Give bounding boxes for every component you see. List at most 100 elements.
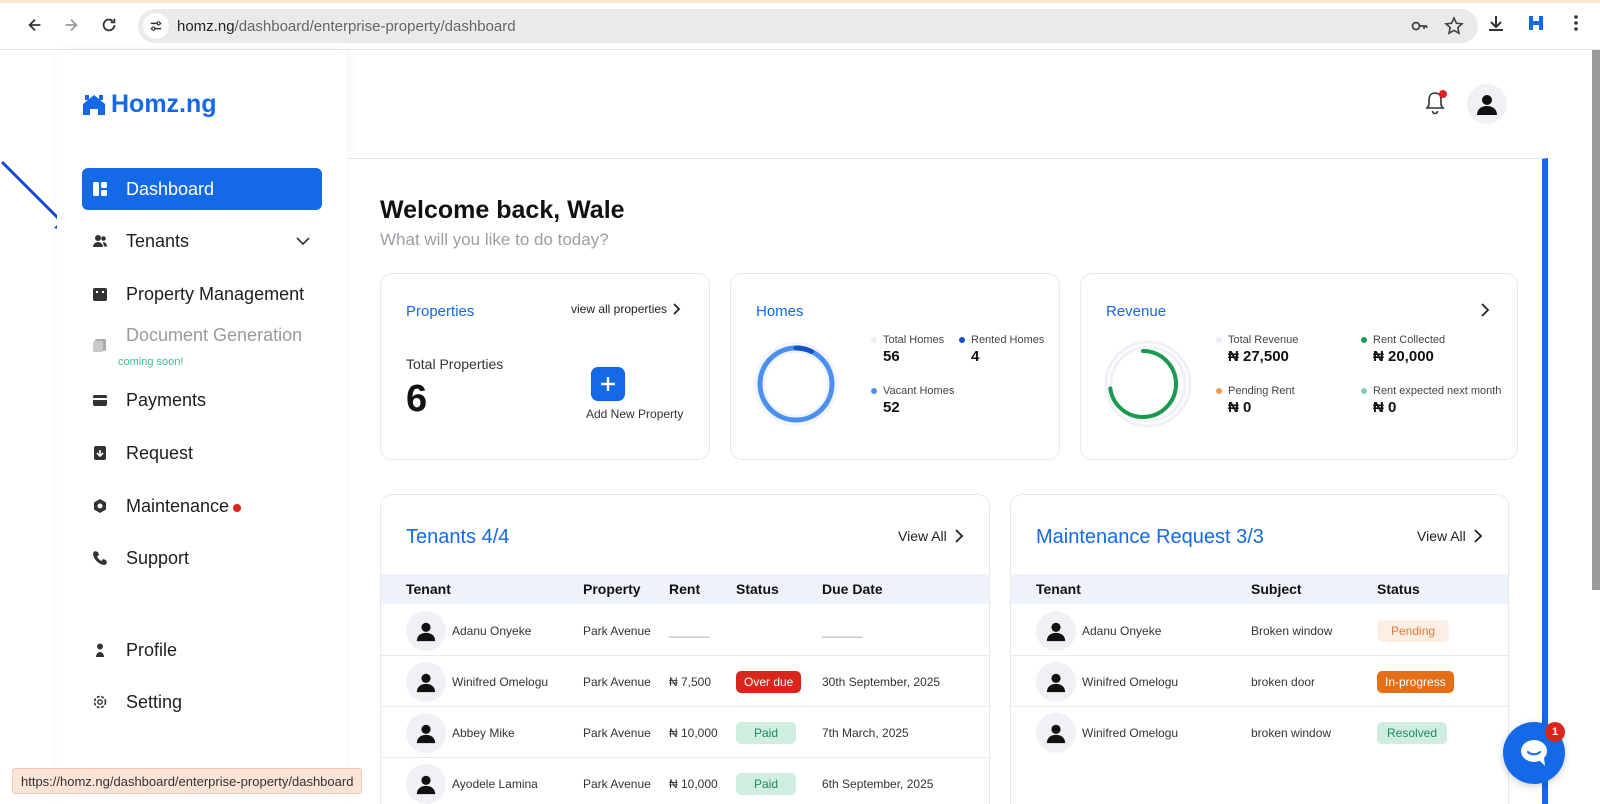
table-row[interactable]: Adanu Onyeke Broken window Pending bbox=[1011, 605, 1508, 656]
avatar bbox=[406, 712, 446, 753]
tenant-name: Abbey Mike bbox=[452, 725, 515, 740]
tenant-cell: Adanu Onyeke bbox=[1036, 605, 1161, 656]
total-homes-stat: Total Homes 56 bbox=[871, 334, 944, 365]
rent-collected-value: ₦ 20,000 bbox=[1373, 348, 1434, 365]
gear-icon bbox=[92, 694, 108, 710]
properties-card: Properties view all properties Total Pro… bbox=[380, 273, 710, 460]
sidebar-item-payments[interactable]: Payments bbox=[82, 379, 322, 421]
extension-icon[interactable] bbox=[1526, 13, 1546, 33]
reload-button[interactable] bbox=[96, 12, 122, 38]
user-icon bbox=[1477, 95, 1497, 115]
sidebar-item-setting[interactable]: Setting bbox=[82, 681, 322, 723]
add-property-button[interactable] bbox=[591, 367, 625, 401]
homes-card: Homes Total Homes 56 Rented Homes 4 Vaca… bbox=[730, 273, 1060, 460]
sidebar-item-tenants[interactable]: Tenants bbox=[82, 220, 322, 262]
sidebar-item-dashboard[interactable]: Dashboard bbox=[82, 168, 322, 210]
sidebar-item-label: Tenants bbox=[126, 230, 190, 251]
maintenance-icon bbox=[92, 498, 108, 514]
download-icon[interactable] bbox=[1486, 13, 1506, 33]
view-all-properties-label: view all properties bbox=[571, 302, 668, 316]
avatar bbox=[1036, 661, 1076, 702]
status-cell: Over due bbox=[736, 656, 802, 707]
phone-icon bbox=[92, 550, 108, 566]
property-cell: Park Avenue bbox=[583, 674, 651, 689]
tenant-cell: Winifred Omelogu bbox=[406, 656, 548, 707]
maintenance-alert-dot bbox=[233, 504, 242, 512]
tenant-name: Ayodele Lamina bbox=[452, 776, 538, 791]
dashboard-icon bbox=[92, 181, 108, 197]
rented-homes-stat: Rented Homes 4 bbox=[959, 334, 1044, 365]
subject-cell: broken window bbox=[1251, 725, 1332, 740]
sidebar-item-maintenance[interactable]: Maintenance bbox=[82, 485, 322, 527]
sidebar-item-support[interactable]: Support bbox=[82, 537, 322, 579]
house-logo-icon bbox=[83, 94, 105, 115]
rent-collected-stat: Rent Collected ₦ 20,000 bbox=[1361, 334, 1445, 365]
vacant-homes-stat: Vacant Homes 52 bbox=[871, 385, 954, 416]
status-badge: Over due bbox=[736, 670, 802, 693]
more-vert-icon[interactable] bbox=[1566, 13, 1586, 33]
sidebar-item-label: Setting bbox=[126, 691, 183, 712]
pending-rent-label: Pending Rent bbox=[1228, 385, 1295, 397]
maintenance-view-all-link[interactable]: View All bbox=[1417, 528, 1484, 544]
total-revenue-stat: Total Revenue ₦ 27,500 bbox=[1216, 334, 1298, 365]
star-icon[interactable] bbox=[1444, 16, 1464, 36]
sidebar-item-label: Profile bbox=[126, 639, 178, 660]
address-bar[interactable]: homz.ng/dashboard/enterprise-property/da… bbox=[138, 9, 1478, 43]
status-url-bubble: https://homz.ng/dashboard/enterprise-pro… bbox=[12, 768, 363, 794]
table-row[interactable]: Winifred Omelogu Park Avenue ₦ 7,500 Ove… bbox=[381, 656, 989, 707]
table-row[interactable]: Abbey Mike Park Avenue ₦ 10,000 Paid 7th… bbox=[381, 707, 989, 758]
tenant-cell: Abbey Mike bbox=[406, 707, 515, 758]
sidebar-item-label: Dashboard bbox=[126, 178, 215, 199]
chevron-right-icon[interactable] bbox=[1479, 302, 1491, 318]
total-properties-value: 6 bbox=[406, 378, 428, 420]
key-icon[interactable] bbox=[1410, 16, 1430, 36]
logo[interactable]: Homz.ng bbox=[81, 90, 217, 119]
card-icon bbox=[92, 392, 108, 408]
avatar bbox=[406, 763, 446, 804]
users-icon bbox=[92, 233, 108, 249]
table-row[interactable]: Ayodele Lamina Park Avenue ₦ 10,000 Paid… bbox=[381, 758, 989, 804]
arrow-left-icon bbox=[28, 18, 41, 32]
table-row[interactable]: Winifred Omelogu broken window Resolved bbox=[1011, 707, 1508, 758]
user-icon bbox=[1046, 724, 1066, 743]
view-all-properties-link[interactable]: view all properties bbox=[571, 302, 683, 316]
document-icon bbox=[92, 337, 108, 353]
sidebar-item-label: Property Management bbox=[126, 283, 305, 304]
site-info-icon[interactable] bbox=[143, 13, 169, 39]
user-icon bbox=[1046, 622, 1066, 641]
chevron-right-icon bbox=[955, 529, 964, 543]
request-icon bbox=[92, 445, 108, 461]
tenants-view-all-link[interactable]: View All bbox=[898, 528, 965, 544]
property-cell: Park Avenue bbox=[583, 776, 651, 791]
table-row[interactable]: Adanu Onyeke Park Avenue ______ ______ bbox=[381, 605, 989, 656]
rent-expected-stat: Rent expected next month ₦ 0 bbox=[1361, 385, 1501, 416]
column-header-status: Status bbox=[736, 581, 779, 597]
sidebar-item-profile[interactable]: Profile bbox=[82, 629, 322, 671]
tenant-cell: Adanu Onyeke bbox=[406, 605, 531, 656]
user-icon bbox=[416, 622, 436, 641]
add-property-label[interactable]: Add New Property bbox=[586, 407, 683, 421]
tenants-table-title: Tenants 4/4 bbox=[406, 526, 510, 548]
user-avatar[interactable] bbox=[1467, 84, 1507, 124]
sidebar-item-request[interactable]: Request bbox=[82, 432, 322, 474]
tenants-table-card: Tenants 4/4 View All Tenant Property Ren… bbox=[380, 494, 990, 804]
chat-unread-badge: 1 bbox=[1545, 722, 1565, 742]
total-homes-label: Total Homes bbox=[883, 334, 945, 346]
rent-cell: ______ bbox=[669, 623, 710, 638]
chevron-down-icon[interactable] bbox=[294, 232, 312, 250]
user-icon bbox=[416, 724, 436, 743]
tenant-cell: Ayodele Lamina bbox=[406, 758, 538, 804]
sidebar-item-document-generation[interactable]: Document Generation bbox=[82, 314, 322, 356]
table-row[interactable]: Winifred Omelogu broken door In-progress bbox=[1011, 656, 1508, 707]
tenant-name: Winifred Omelogu bbox=[1082, 674, 1179, 689]
forward-button[interactable] bbox=[58, 12, 84, 38]
sidebar-item-label: Maintenance bbox=[126, 495, 230, 516]
vacant-homes-value: 52 bbox=[883, 399, 900, 416]
building-icon bbox=[92, 286, 108, 302]
tenant-name: Adanu Onyeke bbox=[1082, 623, 1162, 638]
page-scrollbar[interactable] bbox=[1592, 50, 1600, 590]
homes-title: Homes bbox=[756, 303, 804, 320]
sidebar-item-property-management[interactable]: Property Management bbox=[82, 273, 322, 315]
total-properties-label: Total Properties bbox=[406, 356, 504, 372]
back-button[interactable] bbox=[22, 12, 48, 38]
